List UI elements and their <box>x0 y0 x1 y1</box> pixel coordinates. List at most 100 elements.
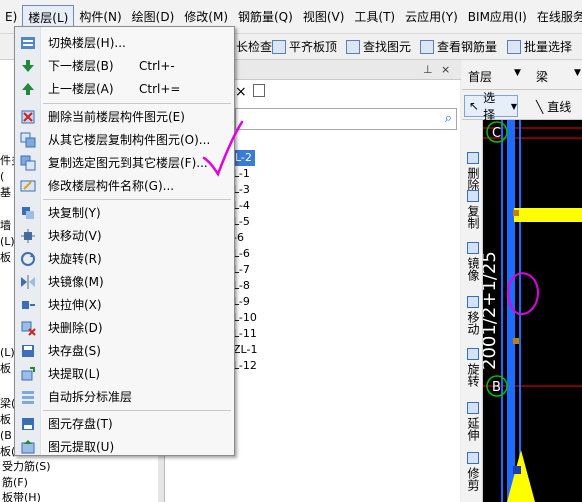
cad-tool-bar: ↖ 选择 ▼ ╲ 直线 <box>462 91 582 122</box>
search-icon[interactable]: ⌕ <box>445 111 452 126</box>
floor-select[interactable]: 首层 <box>468 68 492 85</box>
list-item[interactable]: L-6 <box>233 246 257 262</box>
tree-item[interactable]: 板 <box>0 250 11 265</box>
beam-edge <box>501 120 503 502</box>
pin-icon[interactable]: ⊥ <box>423 63 433 76</box>
list-item[interactable]: ZL-1 <box>233 342 257 358</box>
menu-item-block-extract[interactable]: 块提取(L) <box>15 362 234 385</box>
extend-icon <box>466 402 479 414</box>
menu-bim[interactable]: BIM应用(I) <box>463 5 532 29</box>
menu-item-block-save[interactable]: 块存盘(S) <box>15 339 234 362</box>
menu-item-element-save[interactable]: 图元存盘(T) <box>15 412 234 435</box>
search-input[interactable]: ⌕ <box>235 108 457 130</box>
node-marker <box>513 466 521 474</box>
menu-item-prev-floor[interactable]: 上一楼层(A) Ctrl+= <box>15 77 234 100</box>
view-rebar-button[interactable]: 查看钢筋量 <box>420 38 497 55</box>
tree-item[interactable]: 基 <box>0 185 11 200</box>
menu-item-switch-floor[interactable]: 切换楼层(H)... <box>15 31 234 54</box>
menu-item-element-extract[interactable]: 图元提取(U) <box>15 435 234 458</box>
tree-item[interactable]: ( <box>0 169 4 184</box>
block-move-icon <box>21 228 35 243</box>
menu-item-block-mirror[interactable]: 块镜像(M) <box>15 270 234 293</box>
rename-icon <box>20 180 36 191</box>
menu-item-block-copy[interactable]: 块复制(Y) <box>15 201 234 224</box>
delete-button[interactable]: 删除 <box>462 152 483 194</box>
block-extract-icon <box>21 366 35 380</box>
drawing-svg: C B 2001/2+1/25 <box>483 120 582 502</box>
line-button[interactable]: ╲ 直线 <box>536 98 571 115</box>
menu-view[interactable]: 视图(V) <box>298 5 350 29</box>
tree-item[interactable]: 受力筋(S) <box>2 459 51 474</box>
menu-separator <box>43 103 231 104</box>
check-button[interactable]: 长检查 <box>236 38 272 55</box>
tree-item[interactable]: (B <box>0 428 12 443</box>
close-x-icon[interactable]: × <box>235 84 247 100</box>
copy-icon <box>466 190 479 202</box>
chevron-down-icon[interactable]: ▼ <box>514 68 521 78</box>
menu-tools[interactable]: 工具(T) <box>349 5 400 29</box>
batch-select-button[interactable]: 批量选择 <box>507 38 572 55</box>
list-item[interactable]: L-3 <box>233 182 257 198</box>
tree-item[interactable]: 板 <box>0 361 11 376</box>
menu-item-block-delete[interactable]: 块删除(D) <box>15 316 234 339</box>
tree-item[interactable]: 筋(F) <box>2 475 28 490</box>
menu-floor[interactable]: 楼层(L) <box>22 4 75 29</box>
menu-modify[interactable]: 修改(M) <box>179 5 233 29</box>
line-icon: ╲ <box>536 99 544 114</box>
yellow-beam[interactable] <box>514 208 582 222</box>
tree-item[interactable]: (L) <box>0 345 15 360</box>
menu-online[interactable]: 在线服务(S) <box>532 5 582 29</box>
block-rotate-icon <box>21 251 35 266</box>
node-marker[interactable] <box>513 338 519 344</box>
list-item[interactable]: L-4 <box>233 198 257 214</box>
trim-button[interactable]: 修剪 <box>462 452 483 494</box>
cad-selector-bar: 首层 ▼ 梁 ▼ <box>462 62 582 90</box>
mirror-button[interactable]: 镜像 <box>462 242 483 284</box>
node-marker[interactable] <box>513 210 519 216</box>
list-item[interactable]: -6 <box>233 230 257 246</box>
rotate-button[interactable]: 旋转 <box>462 348 483 390</box>
tree-item[interactable]: 墙 <box>0 218 11 233</box>
trim-icon <box>466 452 479 464</box>
select-button[interactable]: ↖ 选择 ▼ <box>464 91 518 122</box>
align-slab-top-button[interactable]: 平齐板顶 <box>272 38 337 55</box>
find-element-button[interactable]: 查找图元 <box>346 38 411 55</box>
list-item[interactable]: L-7 <box>233 262 257 278</box>
delete-icon <box>466 152 479 164</box>
menu-item-auto-split-floors[interactable]: 自动拆分标准层 <box>15 385 234 408</box>
move-button[interactable]: 移动 <box>462 296 483 338</box>
tree-item[interactable]: 板( <box>0 444 15 459</box>
list-item[interactable]: L-12 <box>233 358 257 374</box>
drawing-canvas[interactable]: C B 2001/2+1/25 <box>483 120 582 502</box>
list-item[interactable]: L-11 <box>233 326 257 342</box>
close-icon[interactable]: × <box>441 63 450 76</box>
chevron-down-icon[interactable]: ▼ <box>574 68 581 78</box>
checkmark-annotation <box>202 120 244 177</box>
list-item[interactable]: L-8 <box>233 278 257 294</box>
list-item[interactable]: L-9 <box>233 294 257 310</box>
tree-item[interactable]: 梁( <box>0 396 15 411</box>
menu-rebar-quantity[interactable]: 钢筋量(Q) <box>233 5 298 29</box>
copy-icon[interactable] <box>253 84 265 97</box>
menu-cloud[interactable]: 云应用(Y) <box>400 5 463 29</box>
menu-item-block-rotate[interactable]: 块旋转(R) <box>15 247 234 270</box>
floor-menu-dropdown: 切换楼层(H)... 下一楼层(B) Ctrl+- 上一楼层(A) Ctrl+=… <box>14 26 235 456</box>
extend-button[interactable]: 延伸 <box>462 402 483 444</box>
list-item[interactable]: L-10 <box>233 310 257 326</box>
tree-item[interactable]: 板 <box>0 412 11 427</box>
menu-draw[interactable]: 绘图(D) <box>127 5 180 29</box>
delete-icon <box>21 110 35 123</box>
tree-item[interactable]: (L) <box>0 234 15 249</box>
type-select[interactable]: 梁 <box>536 68 548 85</box>
menu-separator <box>43 410 231 411</box>
menu-component[interactable]: 构件(N) <box>74 5 126 29</box>
block-mirror-icon <box>21 274 35 289</box>
list-item[interactable]: L-5 <box>233 214 257 230</box>
menu-item-next-floor[interactable]: 下一楼层(B) Ctrl+- <box>15 54 234 77</box>
beam-annotation-text: 2001/2+1/25 <box>483 251 500 370</box>
menu-edit[interactable]: E) <box>0 5 22 29</box>
copy-button[interactable]: 复制 <box>462 190 483 232</box>
menu-item-block-move[interactable]: 块移动(V) <box>15 224 234 247</box>
tree-item[interactable]: 板带(H) <box>2 490 41 502</box>
menu-item-block-stretch[interactable]: 块拉伸(X) <box>15 293 234 316</box>
